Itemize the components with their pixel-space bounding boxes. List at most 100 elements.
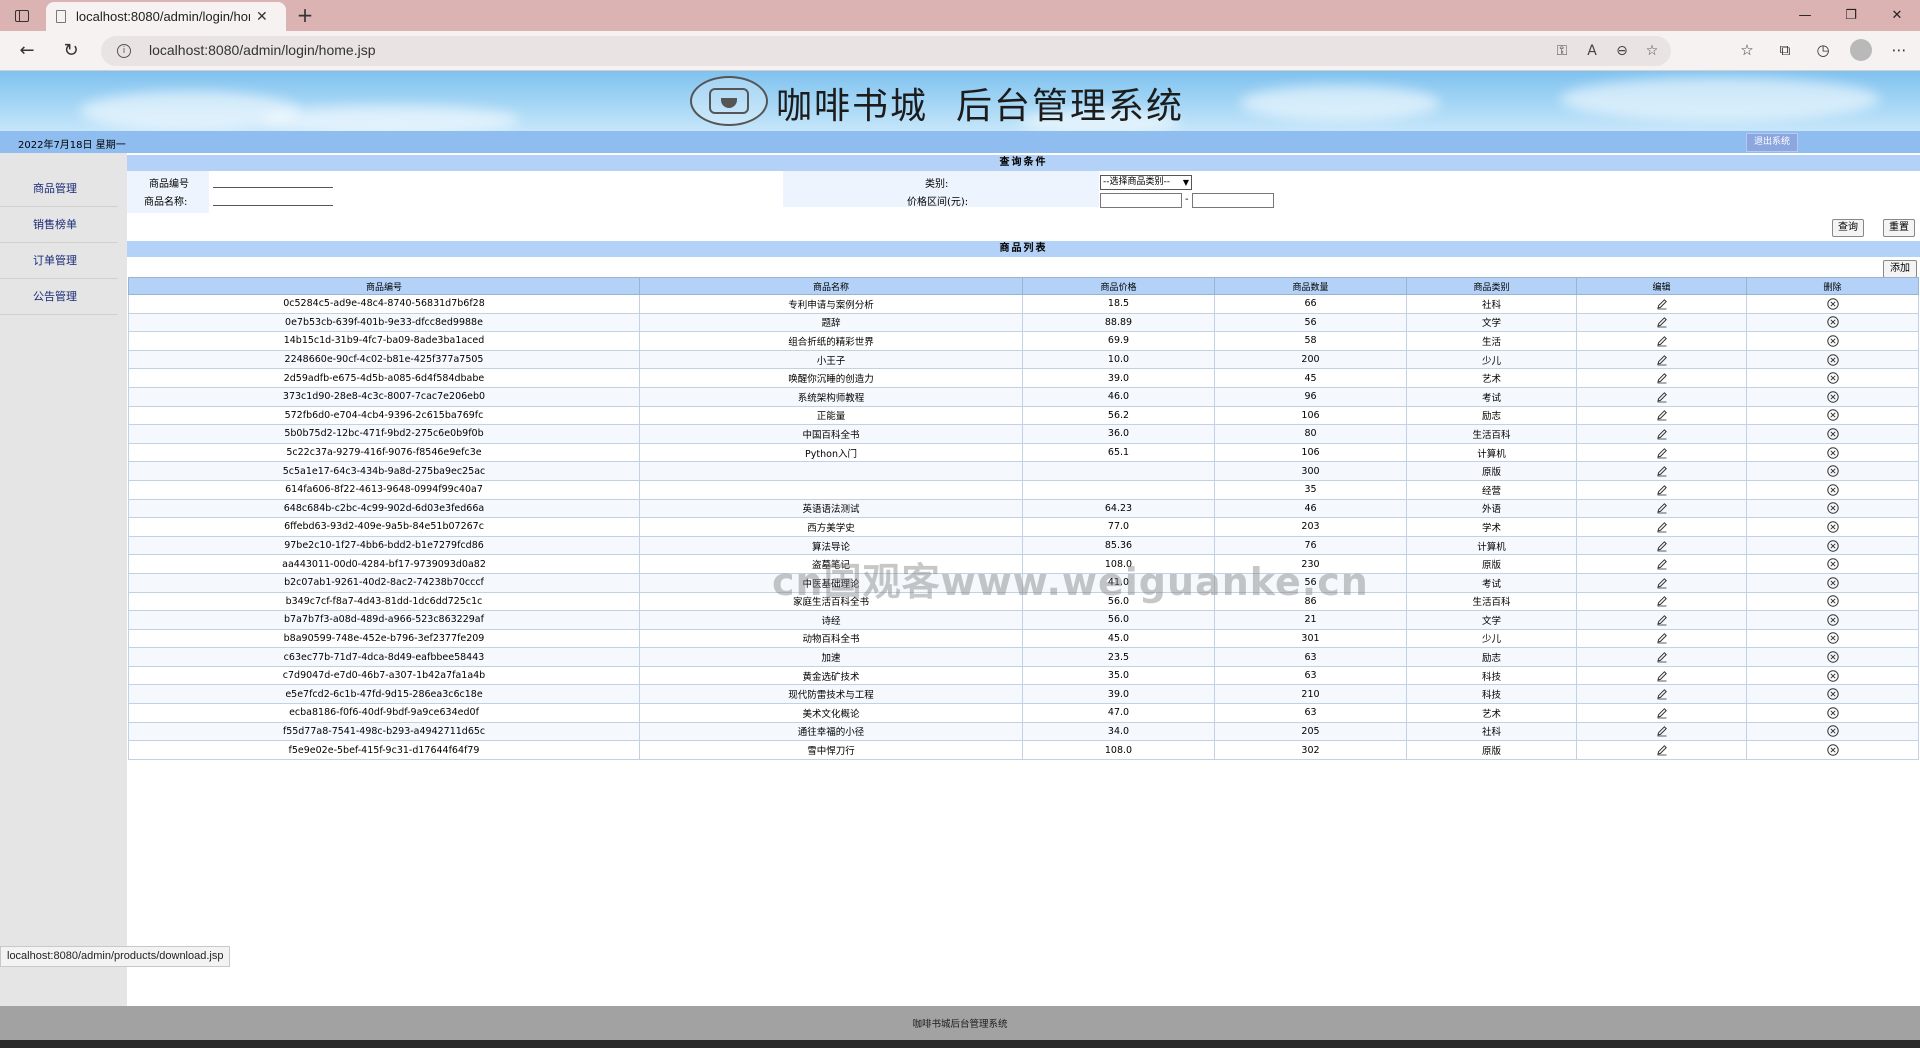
product-name-input[interactable]: [213, 192, 333, 206]
back-icon[interactable]: ←: [14, 39, 40, 63]
edit-icon[interactable]: [1656, 744, 1668, 756]
cell-price: 64.23: [1022, 498, 1215, 519]
max-price-input[interactable]: [1192, 193, 1274, 208]
minimize-icon[interactable]: —: [1782, 0, 1828, 31]
cell-edit: [1576, 442, 1747, 463]
sidebar-item-orders[interactable]: 订单管理: [0, 243, 118, 279]
edit-icon[interactable]: [1656, 335, 1668, 347]
key-icon[interactable]: ⚿: [1553, 42, 1571, 60]
sidebar-item-products[interactable]: 商品管理: [0, 171, 118, 207]
delete-icon[interactable]: [1826, 744, 1839, 756]
more-icon[interactable]: ⋯: [1888, 39, 1910, 61]
search-button[interactable]: 查询: [1832, 219, 1864, 237]
refresh-icon[interactable]: ↻: [58, 39, 84, 63]
edit-icon[interactable]: [1656, 298, 1668, 310]
taskbar: [0, 1040, 1920, 1048]
window-close-icon[interactable]: ✕: [1874, 0, 1920, 31]
edit-icon[interactable]: [1656, 428, 1668, 440]
cell-product-name: 家庭生活百科全书: [639, 591, 1023, 612]
delete-icon[interactable]: [1826, 558, 1839, 570]
delete-icon[interactable]: [1826, 725, 1839, 738]
table-row: f55d77a8-7541-498c-b293-a4942711d65c 通往幸福…: [128, 721, 1919, 742]
browser-tab[interactable]: localhost:8080/admin/login/home.jsp ✕: [46, 2, 286, 31]
edit-icon[interactable]: [1656, 521, 1668, 533]
edit-icon[interactable]: [1656, 688, 1668, 700]
product-id-input[interactable]: [213, 174, 333, 188]
cell-category: 艺术: [1406, 703, 1577, 723]
delete-icon[interactable]: [1826, 521, 1839, 533]
edit-icon[interactable]: [1656, 502, 1668, 514]
edit-icon[interactable]: [1656, 409, 1668, 421]
delete-icon[interactable]: [1826, 539, 1839, 552]
edit-icon[interactable]: [1656, 558, 1668, 570]
category-select[interactable]: --选择商品类别--: [1100, 175, 1192, 190]
delete-icon[interactable]: [1826, 614, 1839, 626]
delete-icon[interactable]: [1826, 372, 1839, 384]
delete-icon[interactable]: [1826, 595, 1839, 607]
edit-icon[interactable]: [1656, 465, 1668, 477]
add-favorite-icon[interactable]: ☆: [1643, 42, 1661, 60]
delete-icon[interactable]: [1826, 577, 1839, 589]
edit-icon[interactable]: [1656, 354, 1668, 366]
zoom-out-icon[interactable]: ⊖: [1613, 42, 1631, 60]
edit-icon[interactable]: [1656, 595, 1668, 607]
delete-icon[interactable]: [1826, 298, 1839, 310]
cell-edit: [1576, 535, 1747, 556]
cell-edit: [1576, 721, 1747, 742]
new-tab-icon[interactable]: +: [292, 3, 318, 29]
min-price-input[interactable]: [1100, 193, 1182, 208]
delete-icon[interactable]: [1826, 502, 1839, 515]
cell-quantity: 96: [1214, 386, 1407, 407]
edit-icon[interactable]: [1656, 651, 1668, 663]
read-aloud-icon[interactable]: A: [1583, 42, 1601, 60]
delete-icon[interactable]: [1826, 669, 1839, 682]
cell-category: 科技: [1406, 665, 1577, 686]
url-field[interactable]: i localhost:8080/admin/login/home.jsp ⚿ …: [101, 36, 1671, 66]
history-icon[interactable]: ◷: [1812, 39, 1834, 61]
delete-icon[interactable]: [1826, 446, 1839, 459]
edit-icon[interactable]: [1656, 670, 1668, 682]
delete-icon[interactable]: [1826, 353, 1839, 366]
cell-price: 108.0: [1022, 740, 1215, 760]
cell-category: 生活: [1406, 331, 1577, 351]
reset-button[interactable]: 重置: [1883, 219, 1915, 237]
delete-icon[interactable]: [1826, 484, 1839, 496]
restore-icon[interactable]: ❐: [1828, 0, 1874, 31]
edit-icon[interactable]: [1656, 447, 1668, 459]
sidebar-item-notices[interactable]: 公告管理: [0, 279, 118, 315]
info-icon[interactable]: i: [117, 44, 131, 58]
avatar[interactable]: [1850, 39, 1872, 61]
delete-icon[interactable]: [1826, 335, 1839, 347]
edit-icon[interactable]: [1656, 316, 1668, 328]
delete-icon[interactable]: [1826, 707, 1839, 719]
cell-product-name: 现代防雷技术与工程: [639, 684, 1023, 705]
cell-delete: [1746, 517, 1919, 537]
cell-edit: [1576, 665, 1747, 686]
delete-icon[interactable]: [1826, 632, 1839, 645]
tab-actions-icon[interactable]: [12, 6, 32, 26]
delete-icon[interactable]: [1826, 688, 1839, 700]
edit-icon[interactable]: [1656, 540, 1668, 552]
delete-icon[interactable]: [1826, 409, 1839, 422]
delete-icon[interactable]: [1826, 428, 1839, 440]
logout-button[interactable]: 退出系统: [1746, 133, 1798, 152]
table-row: aa443011-00d0-4284-bf17-9739093d0a82 盗墓笔记…: [128, 554, 1919, 574]
edit-icon[interactable]: [1656, 725, 1668, 737]
sidebar-item-sales-rank[interactable]: 销售榜单: [0, 207, 118, 243]
edit-icon[interactable]: [1656, 372, 1668, 384]
edit-icon[interactable]: [1656, 577, 1668, 589]
edit-icon[interactable]: [1656, 707, 1668, 719]
delete-icon[interactable]: [1826, 651, 1839, 663]
delete-icon[interactable]: [1826, 391, 1839, 403]
table-row: 0c5284c5-ad9e-48c4-8740-56831d7b6f28 专利申请…: [128, 294, 1919, 314]
edit-icon[interactable]: [1656, 632, 1668, 644]
add-product-button[interactable]: 添加: [1883, 260, 1917, 278]
delete-icon[interactable]: [1826, 465, 1839, 477]
edit-icon[interactable]: [1656, 391, 1668, 403]
edit-icon[interactable]: [1656, 614, 1668, 626]
favorites-icon[interactable]: ☆: [1736, 39, 1758, 61]
collections-icon[interactable]: ⧉: [1774, 39, 1796, 61]
edit-icon[interactable]: [1656, 484, 1668, 496]
close-icon[interactable]: ✕: [256, 9, 268, 25]
delete-icon[interactable]: [1826, 316, 1839, 329]
